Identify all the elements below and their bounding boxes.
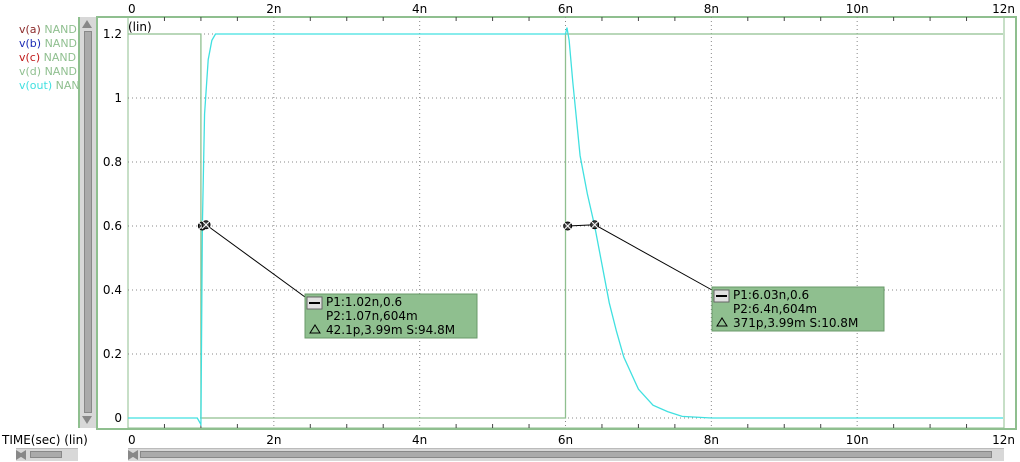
- x-tick-label-top: 4n: [412, 2, 427, 16]
- y-tick-label: 0.6: [103, 219, 122, 233]
- annotation-p1: P1:1.02n,0.6: [326, 295, 402, 309]
- annotations: P1:1.02n,0.6P2:1.07n,604m42.1p,3.99m S:9…: [197, 220, 885, 339]
- annotation-p1: P1:6.03n,0.6: [733, 288, 809, 302]
- y-tick-label: 1.2: [103, 27, 122, 41]
- x-axis-bottom-ticks: 0 2n 4n 6n 8n 10n 12n: [128, 433, 1015, 447]
- x-tick-label-top: 10n: [846, 2, 869, 16]
- plot-area-border: [96, 16, 1017, 430]
- x-tick-label-top: 12n: [992, 2, 1015, 16]
- annotation-p2: P2:6.4n,604m: [733, 302, 817, 316]
- waveform-chart[interactable]: 0 0.2 0.4 0.6 0.8 1 1.2 0 2n 4n 6n 8n 10n 12n 0 2n 4n 6…: [0, 0, 1020, 462]
- y-axis-ticks: 0 0.2 0.4 0.6 0.8 1 1.2: [103, 27, 122, 425]
- x-tick-label-bottom: 8n: [704, 433, 719, 447]
- y-tick-label: 0.8: [103, 155, 122, 169]
- x-tick-label-bottom: 2n: [266, 433, 281, 447]
- x-tick-label-top: 0: [128, 2, 136, 16]
- x-tick-label-bottom: 10n: [846, 433, 869, 447]
- x-tick-label-bottom: 4n: [412, 433, 427, 447]
- annotation-delta: 42.1p,3.99m S:94.8M: [326, 323, 455, 337]
- y-tick-label: 0.4: [103, 283, 122, 297]
- y-tick-label: 0.2: [103, 347, 122, 361]
- x-tick-label-top: 2n: [266, 2, 281, 16]
- x-tick-label-top: 6n: [558, 2, 573, 16]
- x-tick-label-bottom: 0: [128, 433, 136, 447]
- annotation-delta: 371p,3.99m S:10.8M: [733, 316, 858, 330]
- x-axis-top-ticks: 0 2n 4n 6n 8n 10n 12n: [128, 2, 1015, 16]
- x-tick-label-top: 8n: [704, 2, 719, 16]
- annotation-leader-line: [594, 224, 713, 291]
- x-tick-label-bottom: 6n: [558, 433, 573, 447]
- annotation-leader-line: [205, 224, 306, 298]
- y-tick-label: 0: [114, 411, 122, 425]
- y-tick-label: 1: [114, 91, 122, 105]
- y-scale-label: (lin): [128, 20, 152, 34]
- annotation-p2: P2:1.07n,604m: [326, 309, 418, 323]
- x-tick-label-bottom: 12n: [992, 433, 1015, 447]
